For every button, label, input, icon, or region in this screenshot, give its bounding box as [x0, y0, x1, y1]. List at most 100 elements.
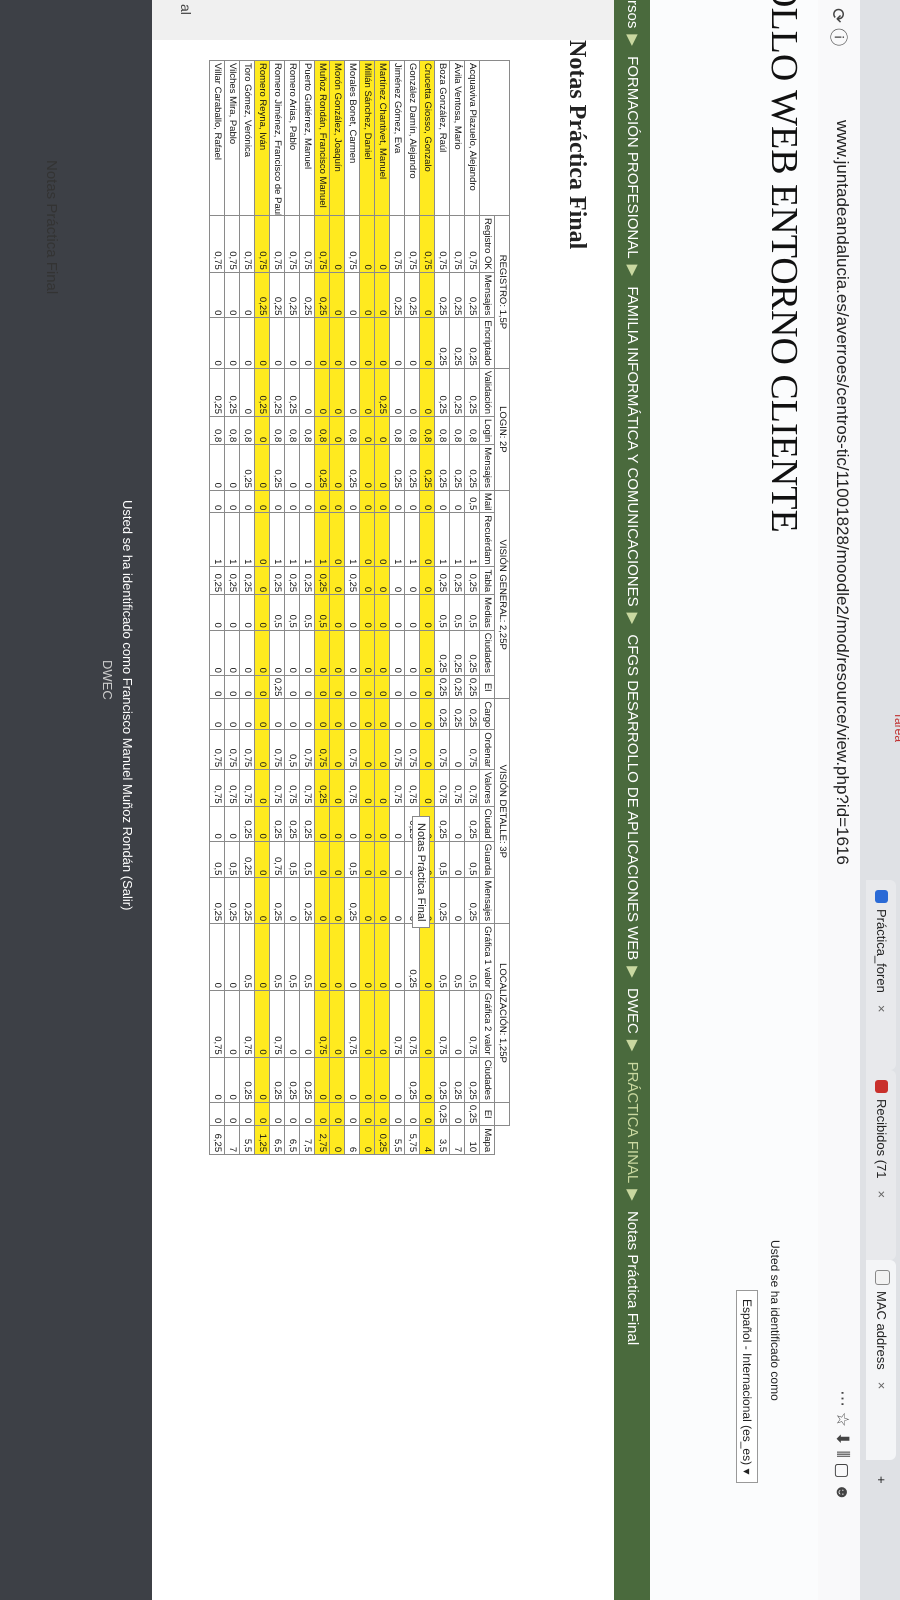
grade-cell[interactable]: 0 — [374, 512, 390, 567]
grade-cell[interactable]: 0 — [299, 698, 315, 730]
grade-cell[interactable]: 0 — [359, 272, 375, 318]
grade-cell[interactable]: 0 — [269, 317, 285, 369]
grade-cell[interactable]: 0 — [314, 923, 330, 991]
grade-cell[interactable]: 0 — [359, 729, 375, 770]
grade-cell[interactable]: 0 — [329, 675, 345, 699]
grade-cell[interactable]: 0,25 — [464, 566, 480, 595]
grade-cell[interactable]: 0 — [449, 990, 465, 1058]
grade-cell[interactable]: 0,25 — [269, 1057, 285, 1103]
grade-cell[interactable]: 0,25 — [224, 566, 240, 595]
grade-cell[interactable]: 0 — [299, 490, 315, 513]
grade-cell[interactable]: 0,25 — [269, 806, 285, 842]
final-grade-cell[interactable]: 5,5 — [389, 1125, 405, 1155]
grade-cell[interactable]: 0,75 — [464, 769, 480, 807]
grade-cell[interactable]: 0,5 — [284, 729, 300, 770]
grade-cell[interactable]: 0 — [239, 675, 255, 699]
grade-cell[interactable]: 0 — [209, 490, 225, 513]
grade-cell[interactable]: 0 — [329, 566, 345, 595]
grade-cell[interactable]: 0,25 — [464, 698, 480, 730]
grade-cell[interactable]: 0 — [254, 877, 270, 924]
final-grade-cell[interactable]: 6,5 — [284, 1125, 300, 1155]
grade-cell[interactable]: 0 — [239, 1102, 255, 1126]
grade-cell[interactable]: 0 — [344, 923, 360, 991]
new-tab-button[interactable]: + — [866, 1466, 896, 1496]
grade-cell[interactable]: 0 — [329, 368, 345, 417]
grade-cell[interactable]: 0 — [344, 698, 360, 730]
grade-cell[interactable]: 0,75 — [239, 729, 255, 770]
grade-cell[interactable]: 0,25 — [269, 675, 285, 699]
grade-cell[interactable]: 0,8 — [284, 416, 300, 445]
grade-cell[interactable]: 0,25 — [209, 368, 225, 417]
grade-cell[interactable]: 0 — [314, 675, 330, 699]
language-select[interactable]: Español - Internacional (es_es) ▾ — [736, 1290, 758, 1484]
grade-cell[interactable]: 0,25 — [239, 806, 255, 842]
grade-cell[interactable]: 0 — [299, 368, 315, 417]
grade-cell[interactable]: 0,75 — [299, 769, 315, 807]
grade-cell[interactable]: 0,25 — [464, 444, 480, 491]
student-name[interactable]: Ávila Ventosa, Mario — [449, 60, 465, 216]
final-grade-cell[interactable]: 6,25 — [209, 1125, 225, 1155]
breadcrumb-item[interactable]: DWEC — [624, 988, 641, 1034]
grade-cell[interactable]: 0 — [404, 368, 420, 417]
student-name[interactable]: Toro Gómez, Verónica — [239, 60, 255, 216]
grade-cell[interactable]: 0 — [329, 923, 345, 991]
final-grade-cell[interactable]: 7 — [449, 1125, 465, 1155]
grade-cell[interactable]: 0 — [374, 990, 390, 1058]
grade-cell[interactable]: 0 — [284, 1102, 300, 1126]
grade-cell[interactable]: 0,5 — [464, 923, 480, 991]
student-name[interactable]: Romero Reyna, Iván — [254, 60, 270, 216]
grade-cell[interactable]: 0,75 — [344, 215, 360, 273]
grade-cell[interactable]: 0 — [389, 368, 405, 417]
grade-cell[interactable]: 0 — [314, 1057, 330, 1103]
footer-course-link[interactable]: DWEC — [100, 660, 115, 700]
grade-cell[interactable]: 0 — [419, 923, 435, 991]
grade-cell[interactable]: 0 — [254, 1057, 270, 1103]
grade-cell[interactable]: 0 — [374, 594, 390, 631]
grade-cell[interactable]: 0 — [374, 416, 390, 445]
grade-cell[interactable]: 0 — [254, 512, 270, 567]
grade-cell[interactable]: 0,75 — [209, 729, 225, 770]
grade-cell[interactable]: 0 — [224, 490, 240, 513]
student-name[interactable]: Martínez Chantivet, Manuel — [374, 60, 390, 216]
grade-cell[interactable]: 0 — [314, 368, 330, 417]
grade-cell[interactable]: 1 — [404, 512, 420, 567]
breadcrumb-item[interactable]: PRÁCTICA FINAL — [624, 1062, 641, 1184]
grade-cell[interactable]: 0,25 — [269, 444, 285, 491]
grade-cell[interactable]: 0,75 — [224, 215, 240, 273]
grade-cell[interactable]: 0,25 — [269, 566, 285, 595]
grade-cell[interactable]: 0,75 — [344, 769, 360, 807]
grade-cell[interactable]: 0 — [359, 675, 375, 699]
grade-cell[interactable]: 0,5 — [314, 594, 330, 631]
grade-cell[interactable]: 0 — [419, 1102, 435, 1126]
grade-cell[interactable]: 0 — [359, 566, 375, 595]
grade-cell[interactable]: 0 — [269, 490, 285, 513]
grade-cell[interactable]: 0 — [374, 877, 390, 924]
grade-cell[interactable]: 0 — [224, 806, 240, 842]
grade-cell[interactable]: 0 — [389, 698, 405, 730]
final-grade-cell[interactable]: 3,5 — [434, 1125, 450, 1155]
grade-cell[interactable]: 0 — [329, 769, 345, 807]
grade-cell[interactable]: 0 — [389, 594, 405, 631]
grade-cell[interactable]: 0 — [314, 630, 330, 676]
grade-cell[interactable]: 0,25 — [464, 806, 480, 842]
grade-cell[interactable]: 0,75 — [389, 729, 405, 770]
grade-cell[interactable]: 0,25 — [464, 1102, 480, 1126]
grade-cell[interactable]: 0 — [449, 841, 465, 878]
grade-cell[interactable]: 0 — [359, 1102, 375, 1126]
grade-cell[interactable]: 0,25 — [419, 444, 435, 491]
final-grade-cell[interactable]: 7,5 — [299, 1125, 315, 1155]
final-grade-cell[interactable]: 5,75 — [404, 1125, 420, 1155]
grade-cell[interactable]: 0 — [374, 769, 390, 807]
resource-link[interactable]: Notas Práctica Final — [43, 160, 60, 294]
grade-cell[interactable]: 0,75 — [209, 215, 225, 273]
grade-cell[interactable]: 0,25 — [284, 1057, 300, 1103]
grade-cell[interactable]: 0,25 — [269, 368, 285, 417]
grade-cell[interactable]: 0,75 — [434, 729, 450, 770]
grade-cell[interactable]: 0,25 — [449, 675, 465, 699]
grade-cell[interactable]: 0 — [419, 368, 435, 417]
grade-cell[interactable]: 0 — [374, 729, 390, 770]
grade-cell[interactable]: 0,25 — [434, 1102, 450, 1126]
grade-cell[interactable]: 0 — [299, 444, 315, 491]
grade-cell[interactable]: 0 — [404, 490, 420, 513]
grade-cell[interactable]: 0 — [224, 675, 240, 699]
